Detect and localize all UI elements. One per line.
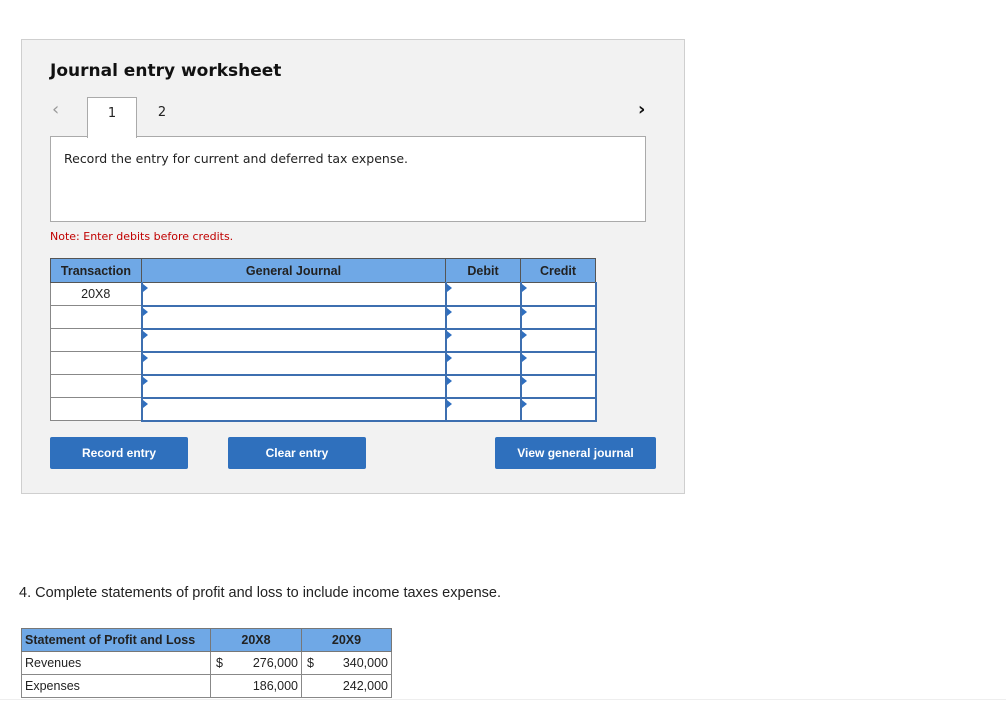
table-row bbox=[50, 351, 597, 376]
header-debit: Debit bbox=[445, 258, 521, 283]
prompt-text: Record the entry for current and deferre… bbox=[64, 151, 409, 166]
currency-symbol: $ bbox=[216, 656, 223, 670]
amount: 276,000 bbox=[252, 656, 298, 670]
table-row bbox=[50, 374, 597, 399]
account-input[interactable] bbox=[140, 282, 447, 307]
debit-input[interactable] bbox=[444, 397, 522, 422]
journal-table: Transaction General Journal Debit Credit… bbox=[50, 258, 597, 422]
header-statement: Statement of Profit and Loss bbox=[21, 628, 211, 652]
view-general-journal-button[interactable]: View general journal bbox=[495, 437, 656, 469]
clear-entry-button[interactable]: Clear entry bbox=[228, 437, 366, 469]
table-row bbox=[50, 328, 597, 353]
amount: 340,000 bbox=[342, 656, 388, 670]
prompt-box: Record the entry for current and deferre… bbox=[50, 136, 646, 222]
chevron-left-icon[interactable]: ‹ bbox=[52, 100, 59, 120]
header-20x8: 20X8 bbox=[210, 628, 302, 652]
account-input[interactable] bbox=[140, 328, 447, 353]
question-text: 4. Complete statements of profit and los… bbox=[19, 585, 501, 601]
transaction-cell bbox=[50, 328, 142, 352]
table-row: Revenues $276,000 $340,000 bbox=[21, 651, 392, 675]
header-general-journal: General Journal bbox=[141, 258, 446, 283]
amount: 242,000 bbox=[342, 679, 388, 693]
table-row bbox=[50, 397, 597, 422]
credit-input[interactable] bbox=[519, 351, 597, 376]
row-label: Revenues bbox=[21, 651, 211, 675]
value-20x8: $276,000 bbox=[210, 651, 302, 675]
currency-symbol: $ bbox=[307, 656, 314, 670]
chevron-right-icon[interactable]: › bbox=[638, 100, 645, 120]
worksheet-title: Journal entry worksheet bbox=[50, 61, 282, 81]
transaction-cell: 20X8 bbox=[50, 282, 142, 306]
table-row: 20X8 bbox=[50, 282, 597, 307]
value-20x8: 186,000 bbox=[210, 674, 302, 698]
credit-input[interactable] bbox=[519, 282, 597, 307]
debit-input[interactable] bbox=[444, 328, 522, 353]
divider bbox=[0, 699, 1006, 700]
debit-input[interactable] bbox=[444, 374, 522, 399]
header-transaction: Transaction bbox=[50, 258, 142, 283]
credit-input[interactable] bbox=[519, 305, 597, 330]
tab-2[interactable]: 2 bbox=[137, 97, 187, 137]
transaction-cell bbox=[50, 397, 142, 421]
table-row bbox=[50, 305, 597, 330]
debit-input[interactable] bbox=[444, 282, 522, 307]
amount: 186,000 bbox=[252, 679, 298, 693]
value-20x9: $340,000 bbox=[301, 651, 392, 675]
debit-input[interactable] bbox=[444, 351, 522, 376]
credit-input[interactable] bbox=[519, 397, 597, 422]
tab-1[interactable]: 1 bbox=[87, 97, 137, 138]
account-input[interactable] bbox=[140, 305, 447, 330]
value-20x9: 242,000 bbox=[301, 674, 392, 698]
transaction-cell bbox=[50, 305, 142, 329]
credit-input[interactable] bbox=[519, 328, 597, 353]
account-input[interactable] bbox=[140, 374, 447, 399]
row-label: Expenses bbox=[21, 674, 211, 698]
table-row: Expenses 186,000 242,000 bbox=[21, 674, 392, 698]
header-credit: Credit bbox=[520, 258, 596, 283]
account-input[interactable] bbox=[140, 351, 447, 376]
profit-loss-table: Statement of Profit and Loss 20X8 20X9 R… bbox=[21, 628, 392, 698]
account-input[interactable] bbox=[140, 397, 447, 422]
header-20x9: 20X9 bbox=[301, 628, 392, 652]
transaction-cell bbox=[50, 351, 142, 375]
credit-input[interactable] bbox=[519, 374, 597, 399]
debit-input[interactable] bbox=[444, 305, 522, 330]
journal-entry-worksheet: Journal entry worksheet ‹ 1 2 › Record t… bbox=[21, 39, 685, 494]
record-entry-button[interactable]: Record entry bbox=[50, 437, 188, 469]
note-text: Note: Enter debits before credits. bbox=[50, 230, 234, 243]
transaction-cell bbox=[50, 374, 142, 398]
